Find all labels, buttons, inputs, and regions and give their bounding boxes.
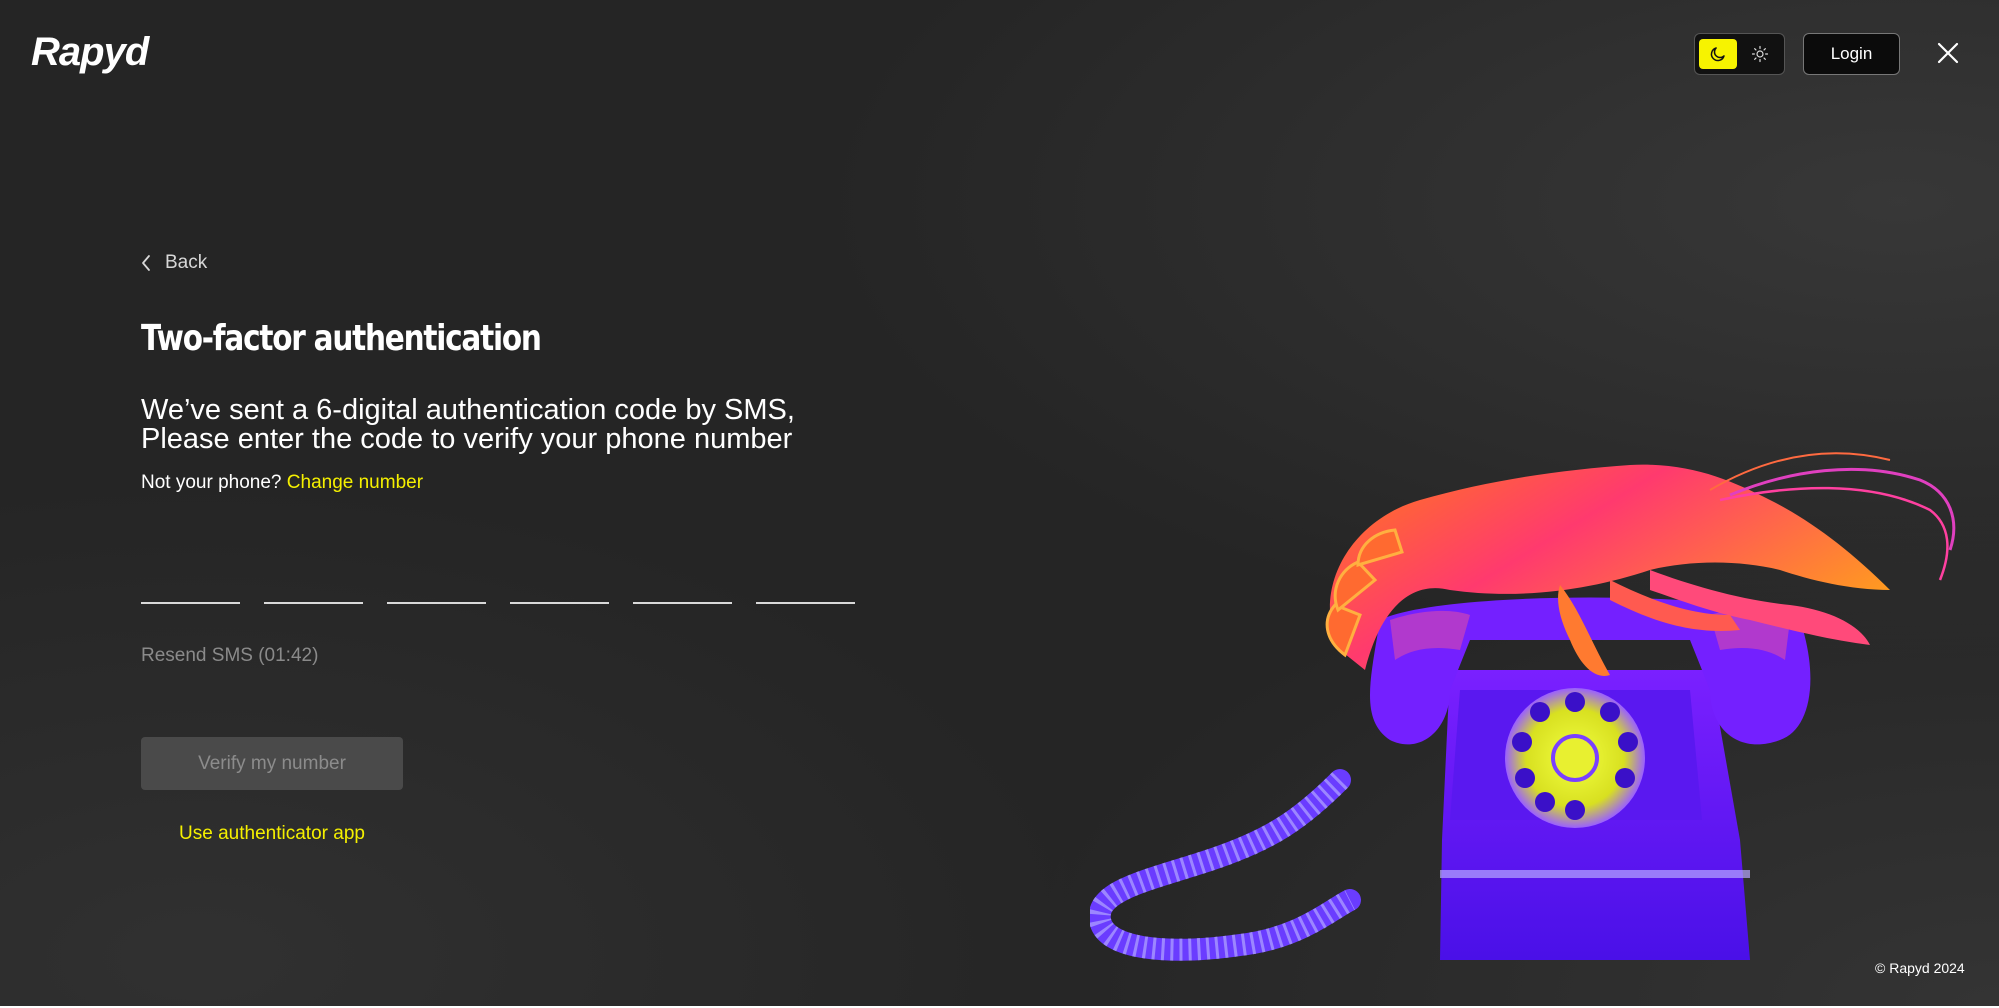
not-your-phone-row: Not your phone? Change number	[141, 472, 423, 494]
page-title: Two-factor authentication	[141, 318, 542, 359]
resend-sms-countdown: Resend SMS (01:42)	[141, 645, 319, 666]
use-authenticator-app-link[interactable]: Use authenticator app	[141, 823, 403, 845]
verification-code-inputs	[141, 542, 855, 604]
instructions-line-2: Please enter the code to verify your pho…	[141, 423, 793, 455]
moon-icon	[1710, 47, 1725, 62]
code-digit-3[interactable]	[387, 542, 486, 604]
sun-icon	[1751, 45, 1769, 63]
verify-number-button[interactable]: Verify my number	[141, 737, 403, 790]
page: Rapyd Login Back Two-factor authenticati…	[0, 0, 1999, 1008]
rapyd-logo[interactable]: Rapyd	[31, 30, 149, 75]
code-digit-5[interactable]	[633, 542, 732, 604]
code-digit-4[interactable]	[510, 542, 609, 604]
theme-option-light[interactable]	[1741, 39, 1779, 69]
change-number-link[interactable]: Change number	[287, 472, 423, 493]
chevron-left-icon	[142, 255, 150, 271]
close-button[interactable]	[1933, 38, 1963, 68]
back-link[interactable]: Back	[141, 252, 207, 274]
login-button[interactable]: Login	[1803, 33, 1900, 75]
close-icon	[1937, 42, 1959, 64]
code-digit-2[interactable]	[264, 542, 363, 604]
instructions-line-1: We’ve sent a 6-digital authentication co…	[141, 394, 795, 426]
code-digit-1[interactable]	[141, 542, 240, 604]
instructions-text: We’ve sent a 6-digital authentication co…	[141, 396, 795, 454]
back-label: Back	[165, 252, 208, 273]
lobster-telephone-illustration	[1090, 452, 1956, 961]
copyright-text: © Rapyd 2024	[1875, 960, 1965, 976]
code-digit-6[interactable]	[756, 542, 855, 604]
theme-option-dark[interactable]	[1699, 39, 1737, 69]
theme-toggle[interactable]	[1694, 33, 1785, 75]
not-your-phone-text: Not your phone?	[141, 472, 282, 493]
